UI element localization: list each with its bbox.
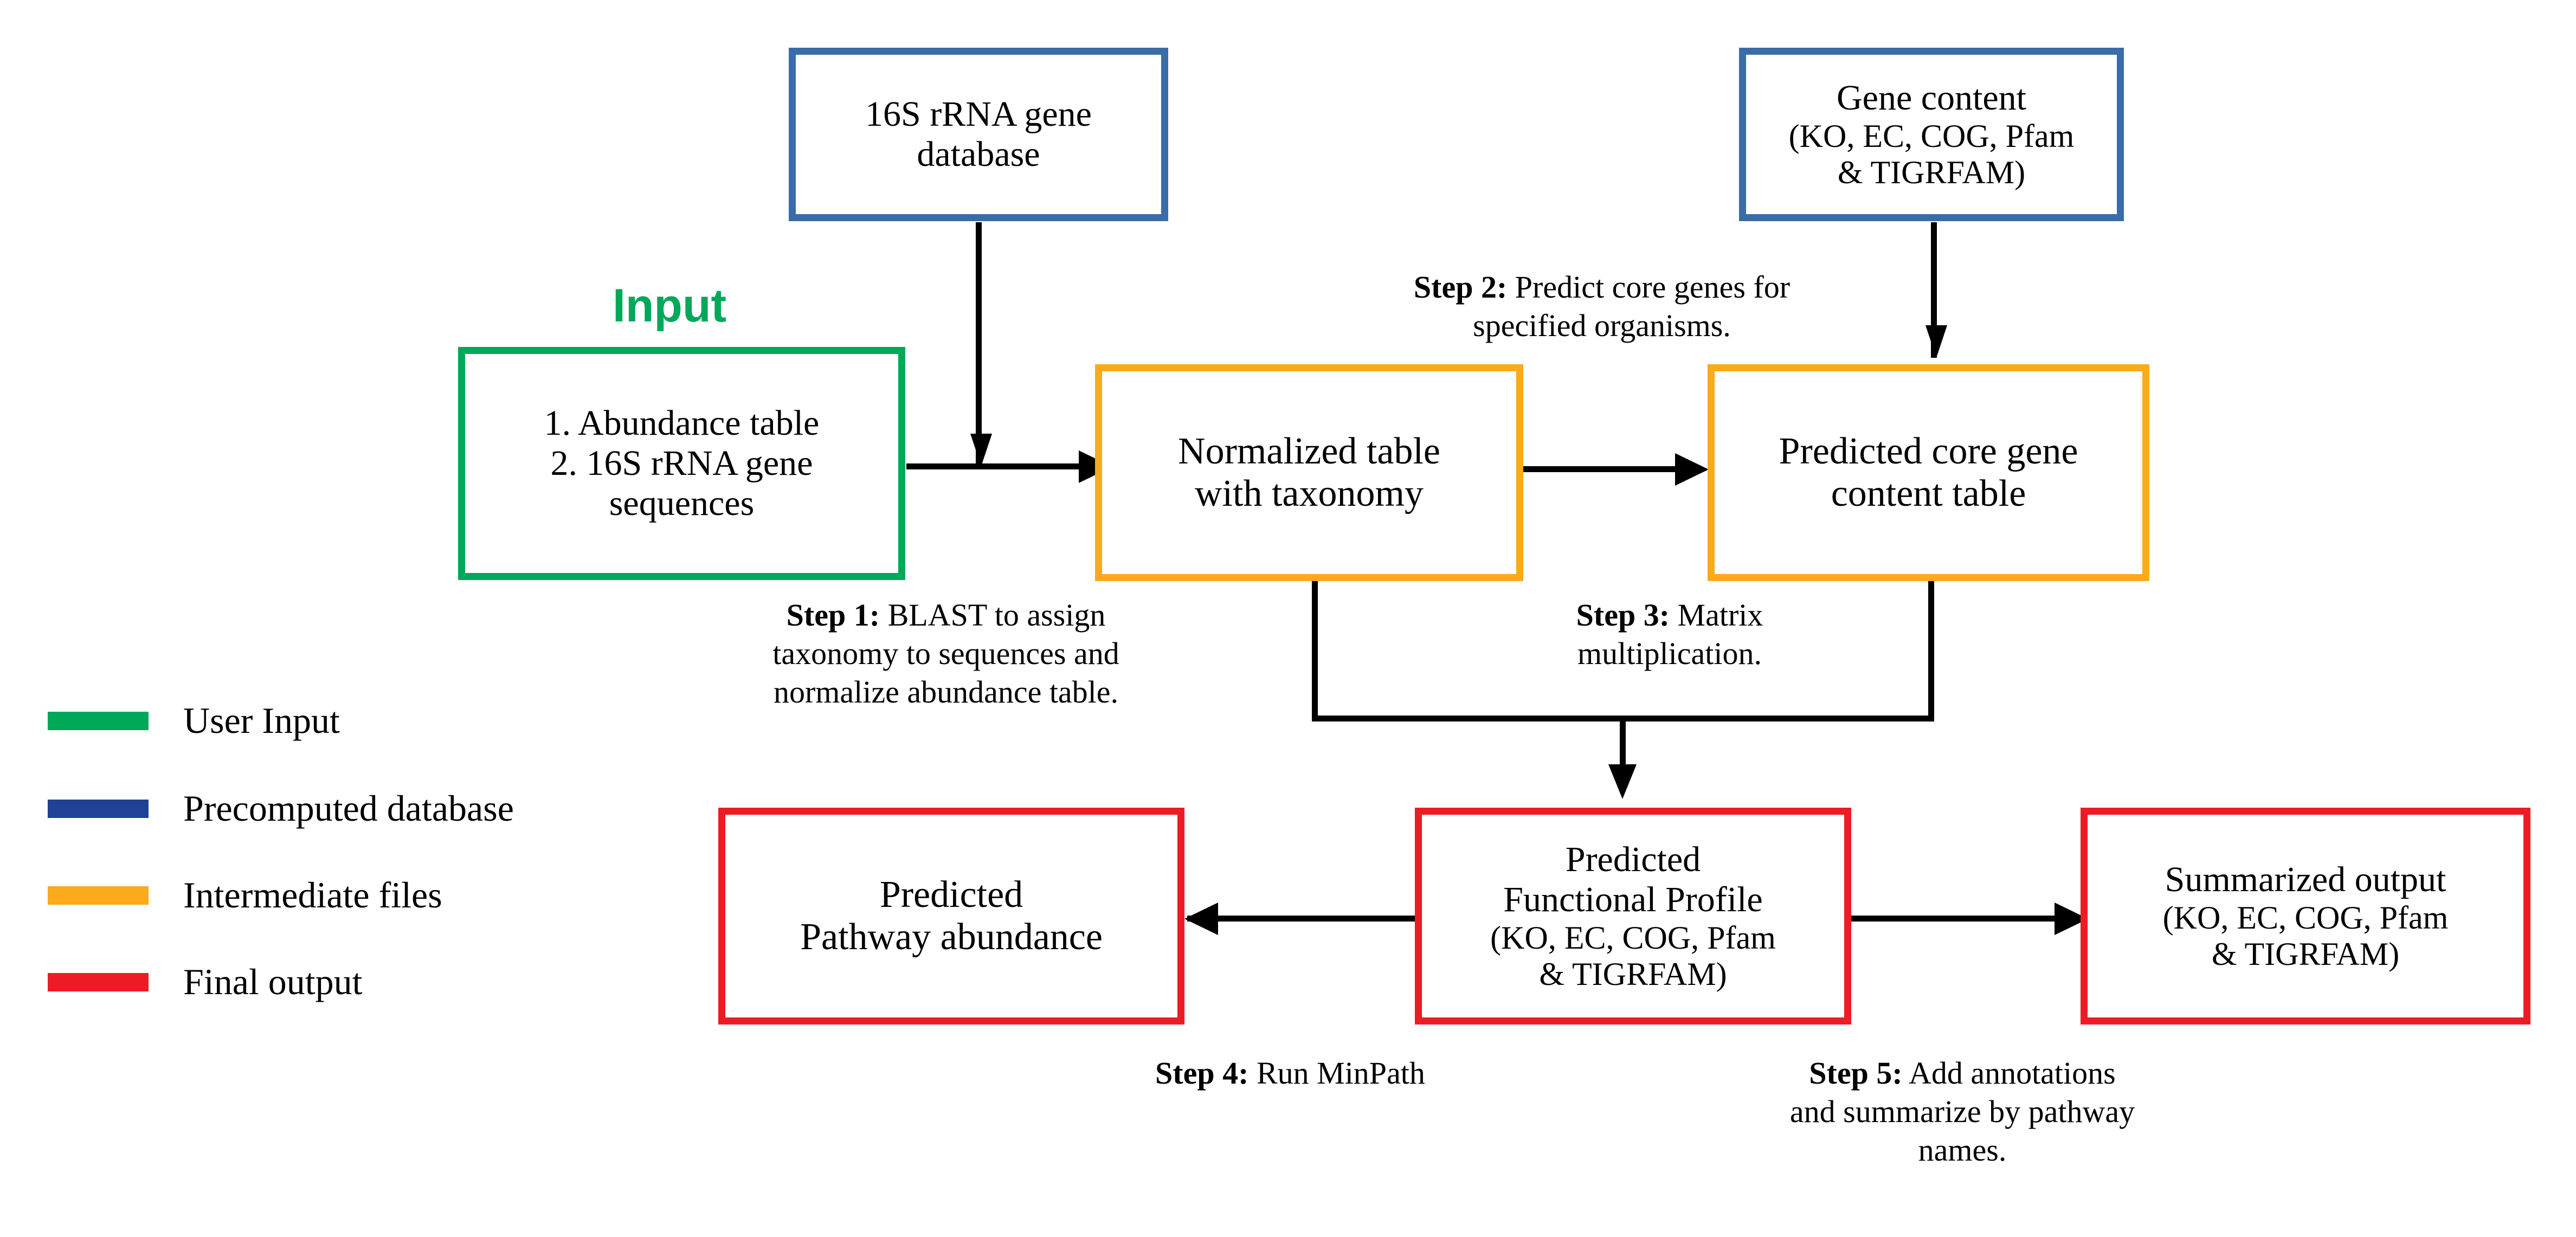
input-title-label: Input <box>613 280 727 332</box>
node-16s-rrna-gene-database-text: 16S rRNA gene database <box>796 94 1161 175</box>
step-5-label: Step 5: <box>1809 1055 1903 1091</box>
step-1-line1: BLAST to assign <box>880 597 1106 633</box>
connector-normalized-down <box>1312 575 1318 721</box>
node-fp-line1: Predicted <box>1565 839 1701 879</box>
step-5-line2: and summarize by pathway <box>1789 1093 2135 1129</box>
node-16s-rrna-gene-database[interactable]: 16S rRNA gene database <box>789 48 1168 221</box>
node-coregene-line2: content table <box>1831 473 2026 514</box>
node-genecontent-line2: (KO, EC, COG, Pfam <box>1788 118 2075 154</box>
node-normalized-line2: with taxonomy <box>1195 473 1424 514</box>
legend-swatch-user-input <box>48 711 149 730</box>
node-functionalprofile-text: Predicted Functional Profile (KO, EC, CO… <box>1422 840 1844 993</box>
step-note-2: Step 2: Predict core genes for specified… <box>1323 268 1881 345</box>
arrowhead-rrnadb-down <box>970 434 992 466</box>
step-5-line3: names. <box>1918 1132 2007 1168</box>
step-3-label: Step 3: <box>1576 597 1670 633</box>
node-gene-content[interactable]: Gene content (KO, EC, COG, Pfam & TIGRFA… <box>1739 48 2124 221</box>
step-2-line1: Predict core genes for <box>1507 269 1791 305</box>
step-note-4: Step 4: Run MinPath <box>1090 1054 1491 1093</box>
connector-coregene-down <box>1928 575 1934 721</box>
legend-item-final-output: Final output <box>48 961 363 1003</box>
node-genecontent-line1: Gene content <box>1836 78 2026 118</box>
arrowhead-functionalprofile-to-pathway <box>1184 903 1218 935</box>
step-note-3: Step 3: Matrix multiplication. <box>1480 596 1859 673</box>
step-4-label: Step 4: <box>1155 1055 1249 1091</box>
node-pathway-text: Predicted Pathway abundance <box>725 874 1177 959</box>
node-summarized-text: Summarized output (KO, EC, COG, Pfam & T… <box>2088 860 2523 972</box>
step-2-line2: specified organisms. <box>1473 307 1731 343</box>
node-predicted-core-gene-content-table[interactable]: Predicted core gene content table <box>1708 364 2149 581</box>
node-pathway-line1: Predicted <box>879 873 1023 916</box>
connector-input-to-normalized <box>906 463 1102 469</box>
step-3-line1: Matrix <box>1670 597 1763 633</box>
step-1-label: Step 1: <box>786 597 880 633</box>
node-userinput-line1: 1. Abundance table <box>544 403 820 443</box>
connector-normalized-to-coregene <box>1518 466 1697 472</box>
legend-label-intermediate-files: Intermediate files <box>183 874 442 916</box>
node-summarized-output[interactable]: Summarized output (KO, EC, COG, Pfam & T… <box>2081 808 2530 1025</box>
flowchart-canvas: 16S rRNA gene database Gene content (KO,… <box>0 0 2576 1237</box>
node-fp-line2: Functional Profile <box>1503 879 1763 919</box>
node-predicted-pathway-abundance[interactable]: Predicted Pathway abundance <box>718 808 1184 1025</box>
node-summ-line3: & TIGRFAM) <box>2211 936 2400 972</box>
arrowhead-genecontent-down <box>1925 325 1947 358</box>
legend-label-precomputed-database: Precomputed database <box>183 788 514 829</box>
legend-item-intermediate-files: Intermediate files <box>48 874 442 917</box>
legend-label-final-output: Final output <box>183 961 363 1002</box>
node-fp-line4: & TIGRFAM) <box>1539 956 1727 992</box>
node-user-input-text: 1. Abundance table 2. 16S rRNA gene sequ… <box>465 403 898 524</box>
node-userinput-line3: sequences <box>609 483 755 523</box>
step-1-line2: taxonomy to sequences and <box>772 635 1119 671</box>
step-4-line1: Run MinPath <box>1248 1055 1425 1091</box>
step-3-line2: multiplication. <box>1577 635 1762 671</box>
step-1-line3: normalize abundance table. <box>773 674 1119 710</box>
legend-item-user-input: User Input <box>48 699 340 742</box>
node-coregene-line1: Predicted core gene <box>1779 430 2078 472</box>
node-userinput-line2: 2. 16S rRNA gene <box>550 443 813 484</box>
connector-functionalprofile-to-summarized <box>1843 916 2082 922</box>
node-user-input[interactable]: 1. Abundance table 2. 16S rRNA gene sequ… <box>458 347 905 580</box>
node-16s-line1: 16S rRNA gene <box>865 94 1092 134</box>
node-summ-line1: Summarized output <box>2165 859 2446 899</box>
legend-swatch-intermediate-files <box>48 886 149 905</box>
step-note-1: Step 1: BLAST to assign taxonomy to sequ… <box>694 596 1198 711</box>
node-pathway-line2: Pathway abundance <box>800 916 1103 958</box>
legend-item-precomputed-database: Precomputed database <box>48 787 514 830</box>
node-16s-line2: database <box>917 134 1040 174</box>
node-predicted-functional-profile[interactable]: Predicted Functional Profile (KO, EC, CO… <box>1415 808 1851 1025</box>
legend-label-user-input: User Input <box>183 700 340 741</box>
node-normalized-table-text: Normalized table with taxonomy <box>1102 430 1516 516</box>
node-coregene-text: Predicted core gene content table <box>1715 430 2142 516</box>
arrowhead-bus-to-functionalprofile <box>1608 764 1637 799</box>
connector-rrnadb-to-input-arrow <box>976 222 982 466</box>
node-summ-line2: (KO, EC, COG, Pfam <box>2162 899 2449 936</box>
connector-functionalprofile-to-pathway <box>1187 916 1420 922</box>
node-gene-content-text: Gene content (KO, EC, COG, Pfam & TIGRFA… <box>1746 78 2117 191</box>
node-fp-line3: (KO, EC, COG, Pfam <box>1490 919 1776 956</box>
step-note-5: Step 5: Add annotations and summarize by… <box>1718 1054 2206 1169</box>
node-normalized-table[interactable]: Normalized table with taxonomy <box>1095 364 1523 581</box>
step-5-line1: Add annotations <box>1902 1055 2116 1091</box>
node-normalized-line1: Normalized table <box>1178 430 1440 472</box>
node-genecontent-line3: & TIGRFAM) <box>1837 154 2026 190</box>
legend-swatch-final-output <box>48 972 149 991</box>
arrowhead-normalized-to-coregene <box>1675 453 1709 486</box>
legend-swatch-precomputed-database <box>48 799 149 818</box>
step-2-label: Step 2: <box>1413 269 1508 305</box>
